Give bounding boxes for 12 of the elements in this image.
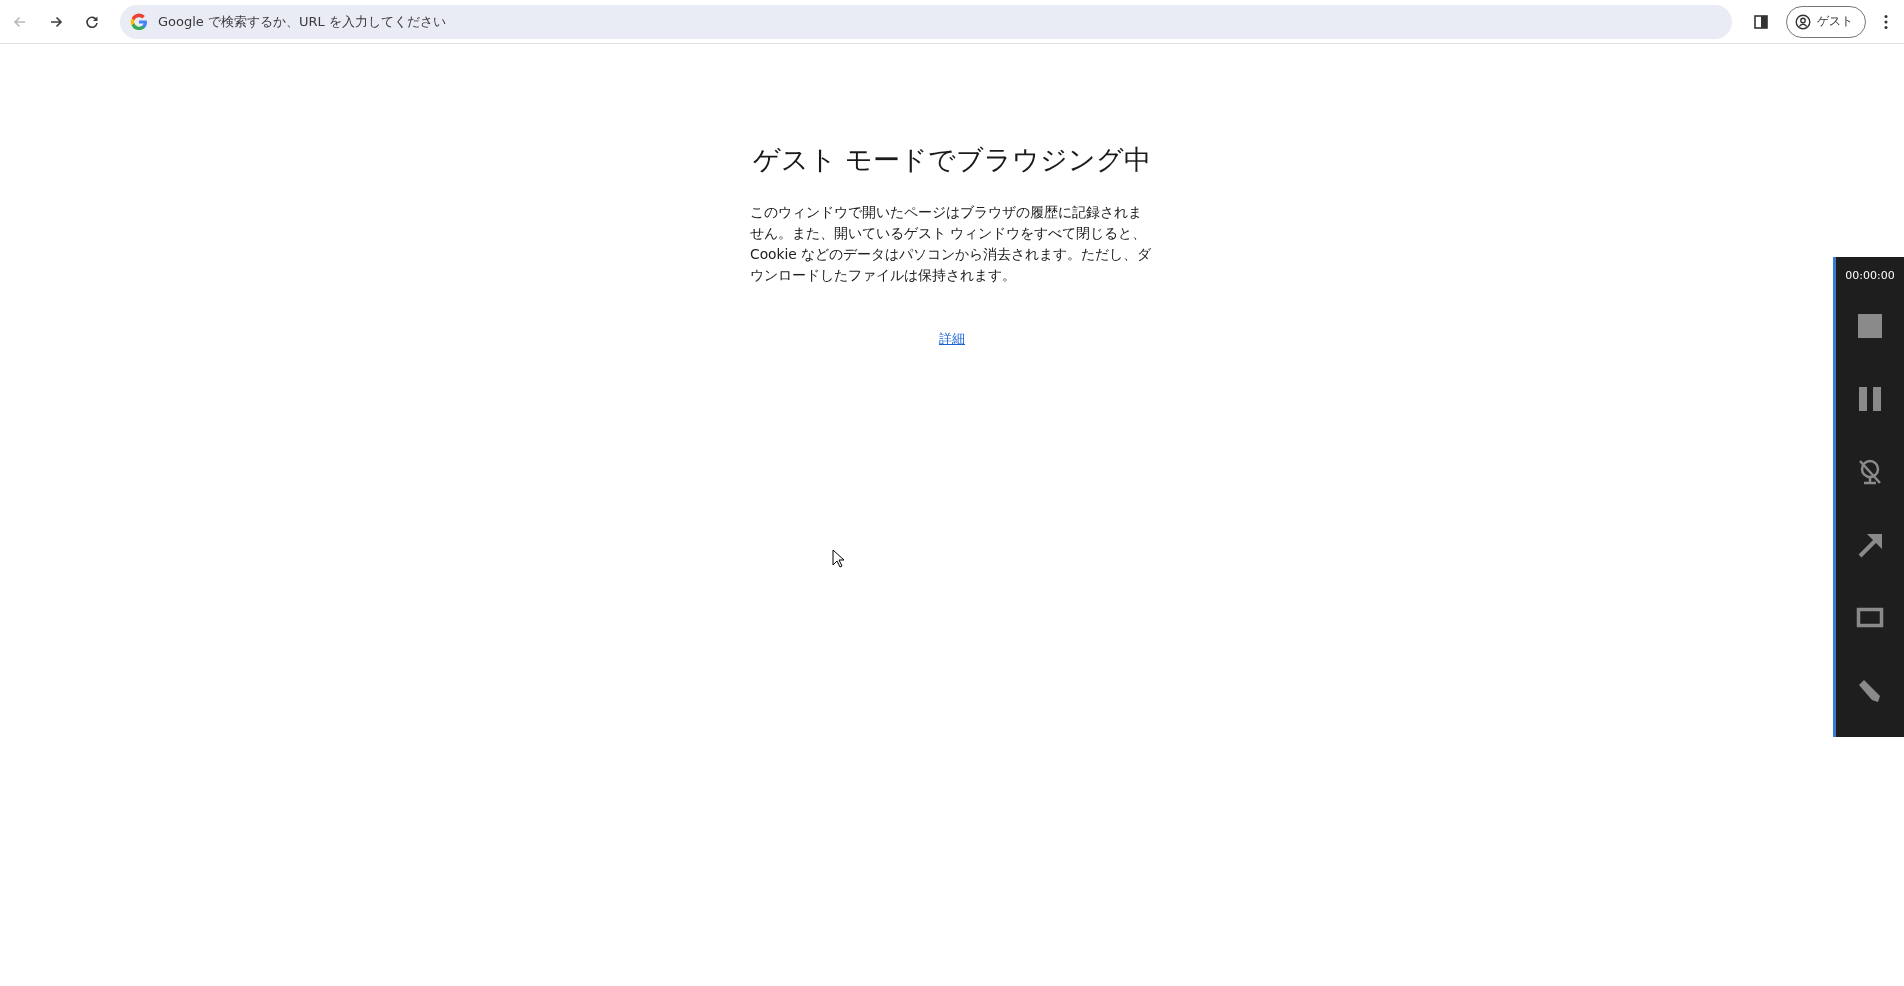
stop-icon[interactable] [1855,311,1885,341]
side-panel-icon [1754,14,1768,29]
profile-button[interactable]: ゲスト [1786,5,1866,38]
learn-more-link[interactable]: 詳細 [939,330,965,348]
address-bar[interactable]: Google で検索するか、URL を入力してください [120,4,1732,39]
person-icon [1795,13,1811,30]
guest-mode-description: このウィンドウで開いたページはブラウザの履歴に記録されません。また、開いているゲスト ウィンドウをすべて閉じると、Cookie などのデータはパソコンから消去されます。ただし、ダウンロードしたファイルは保持されます。 [750,203,1153,285]
mouse-cursor-icon [832,549,844,568]
recording-timer: 00:00:00 [1845,269,1895,282]
reload-icon [84,13,100,30]
page-heading: ゲスト モードでブラウジング中 [752,143,1152,177]
menu-icon [1884,13,1888,30]
